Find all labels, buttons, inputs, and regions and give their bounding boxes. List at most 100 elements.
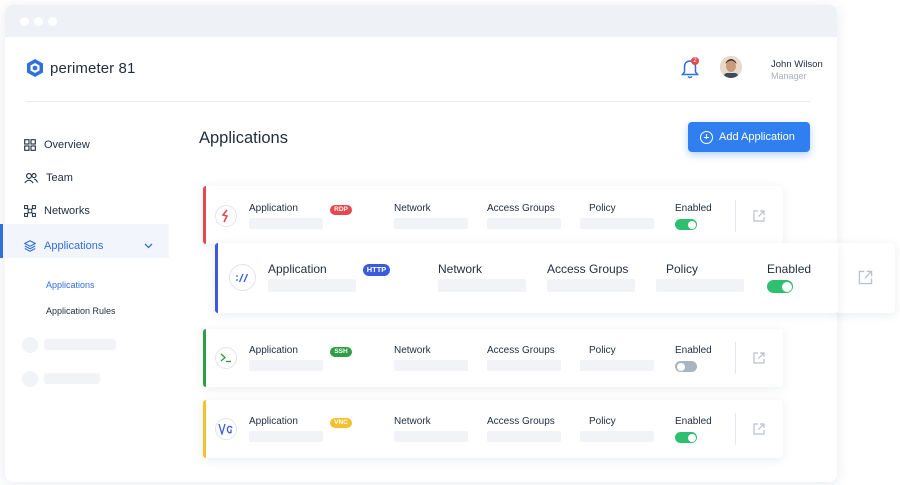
value-placeholder	[547, 279, 635, 292]
col-network: Network	[394, 345, 431, 356]
sidebar-item-networks[interactable]: Networks	[24, 205, 90, 217]
protocol-badge: SSH	[330, 347, 352, 357]
grid-icon	[24, 139, 36, 151]
col-policy: Policy	[666, 262, 699, 276]
value-placeholder	[487, 360, 561, 371]
window-dot[interactable]	[48, 17, 57, 26]
protocol-badge: VNC	[330, 418, 352, 428]
col-application: Application	[249, 416, 298, 427]
add-application-label: Add Application	[719, 131, 795, 143]
divider	[735, 200, 736, 232]
col-enabled: Enabled	[675, 416, 712, 427]
value-placeholder	[249, 431, 323, 442]
sidebar-item-team[interactable]: Team	[24, 172, 73, 184]
external-link-icon[interactable]	[752, 351, 766, 365]
application-row[interactable]: Application SSH Network Access Groups Po…	[203, 329, 783, 387]
window-dot[interactable]	[34, 17, 43, 26]
logo-icon	[27, 59, 43, 77]
col-policy: Policy	[589, 203, 616, 214]
sidebar-item-label: Overview	[44, 139, 90, 151]
window-dot[interactable]	[20, 17, 29, 26]
value-placeholder	[656, 279, 744, 292]
value-placeholder	[580, 360, 654, 371]
col-network: Network	[438, 262, 483, 276]
vnc-icon	[215, 418, 237, 440]
sidebar-item-label: Applications	[44, 240, 104, 252]
user-name[interactable]: John Wilson	[771, 59, 823, 70]
value-placeholder	[580, 218, 654, 229]
enabled-toggle[interactable]	[675, 361, 697, 372]
col-enabled: Enabled	[675, 345, 712, 356]
notification-badge: 2	[691, 57, 699, 65]
value-placeholder	[394, 431, 468, 442]
sidebar-subitem-application-rules[interactable]: Application Rules	[46, 306, 116, 316]
col-network: Network	[394, 416, 431, 427]
layers-icon	[24, 240, 36, 252]
sidebar-item-overview[interactable]: Overview	[24, 139, 90, 151]
toggle-knob	[687, 433, 696, 442]
application-row[interactable]: Application RDP Network Access Groups Po…	[203, 186, 783, 244]
status-stripe	[215, 243, 218, 313]
col-enabled: Enabled	[675, 203, 712, 214]
protocol-badge: RDP	[330, 205, 352, 215]
divider	[735, 342, 736, 374]
sidebar-item-label: Networks	[44, 205, 90, 217]
col-application: Application	[249, 203, 298, 214]
brand-logo[interactable]: perimeter 81	[26, 58, 135, 78]
placeholder-bar	[44, 373, 100, 384]
value-placeholder	[268, 279, 356, 292]
col-application: Application	[249, 345, 298, 356]
avatar-icon	[720, 56, 742, 78]
user-role: Manager	[771, 71, 807, 81]
col-access-groups: Access Groups	[487, 203, 555, 214]
enabled-toggle[interactable]	[675, 432, 697, 443]
page-title: Applications	[199, 129, 288, 147]
avatar[interactable]	[720, 56, 742, 78]
application-row[interactable]: Application VNC Network Access Groups Po…	[203, 400, 783, 458]
external-link-icon[interactable]	[752, 422, 766, 436]
placeholder-avatar	[22, 337, 38, 353]
value-placeholder	[487, 431, 561, 442]
brand-name: perimeter 81	[50, 59, 136, 77]
value-placeholder	[249, 218, 323, 229]
external-link-icon[interactable]	[752, 209, 766, 223]
sidebar-subitem-applications[interactable]: Applications	[46, 280, 95, 290]
toggle-knob	[676, 362, 685, 371]
value-placeholder	[394, 360, 468, 371]
toggle-knob	[781, 281, 792, 292]
add-application-button[interactable]: Add Application	[688, 122, 810, 152]
external-link-icon[interactable]	[857, 269, 874, 286]
toggle-knob	[687, 220, 696, 229]
col-enabled: Enabled	[767, 262, 812, 276]
window-titlebar	[5, 5, 837, 37]
value-placeholder	[487, 218, 561, 229]
placeholder-bar	[44, 339, 116, 350]
placeholder-avatar	[22, 371, 38, 387]
application-row-highlighted[interactable]: Application HTTP Network Access Groups P…	[215, 243, 838, 313]
value-placeholder	[394, 218, 468, 229]
col-access-groups: Access Groups	[487, 345, 555, 356]
rdp-icon	[215, 205, 237, 227]
value-placeholder	[249, 360, 323, 371]
chevron-down-icon[interactable]	[144, 243, 153, 249]
status-stripe	[203, 186, 206, 244]
protocol-badge: HTTP	[363, 264, 390, 276]
value-placeholder	[580, 431, 654, 442]
top-header: perimeter 81 2 John Wilson Manager	[26, 50, 823, 102]
enabled-toggle[interactable]	[767, 280, 793, 293]
sidebar-item-label: Team	[46, 172, 73, 184]
plus-circle-icon	[700, 130, 713, 144]
value-placeholder	[438, 279, 526, 292]
enabled-toggle[interactable]	[675, 219, 697, 230]
col-access-groups: Access Groups	[487, 416, 555, 427]
col-application: Application	[268, 262, 327, 276]
status-stripe	[203, 329, 206, 387]
external-link-panel	[835, 243, 895, 313]
divider	[735, 413, 736, 445]
col-policy: Policy	[589, 416, 616, 427]
col-access-groups: Access Groups	[547, 262, 629, 276]
col-policy: Policy	[589, 345, 616, 356]
sidebar-item-applications[interactable]: Applications	[24, 240, 103, 252]
terminal-icon	[215, 347, 237, 369]
network-icon	[24, 205, 36, 217]
